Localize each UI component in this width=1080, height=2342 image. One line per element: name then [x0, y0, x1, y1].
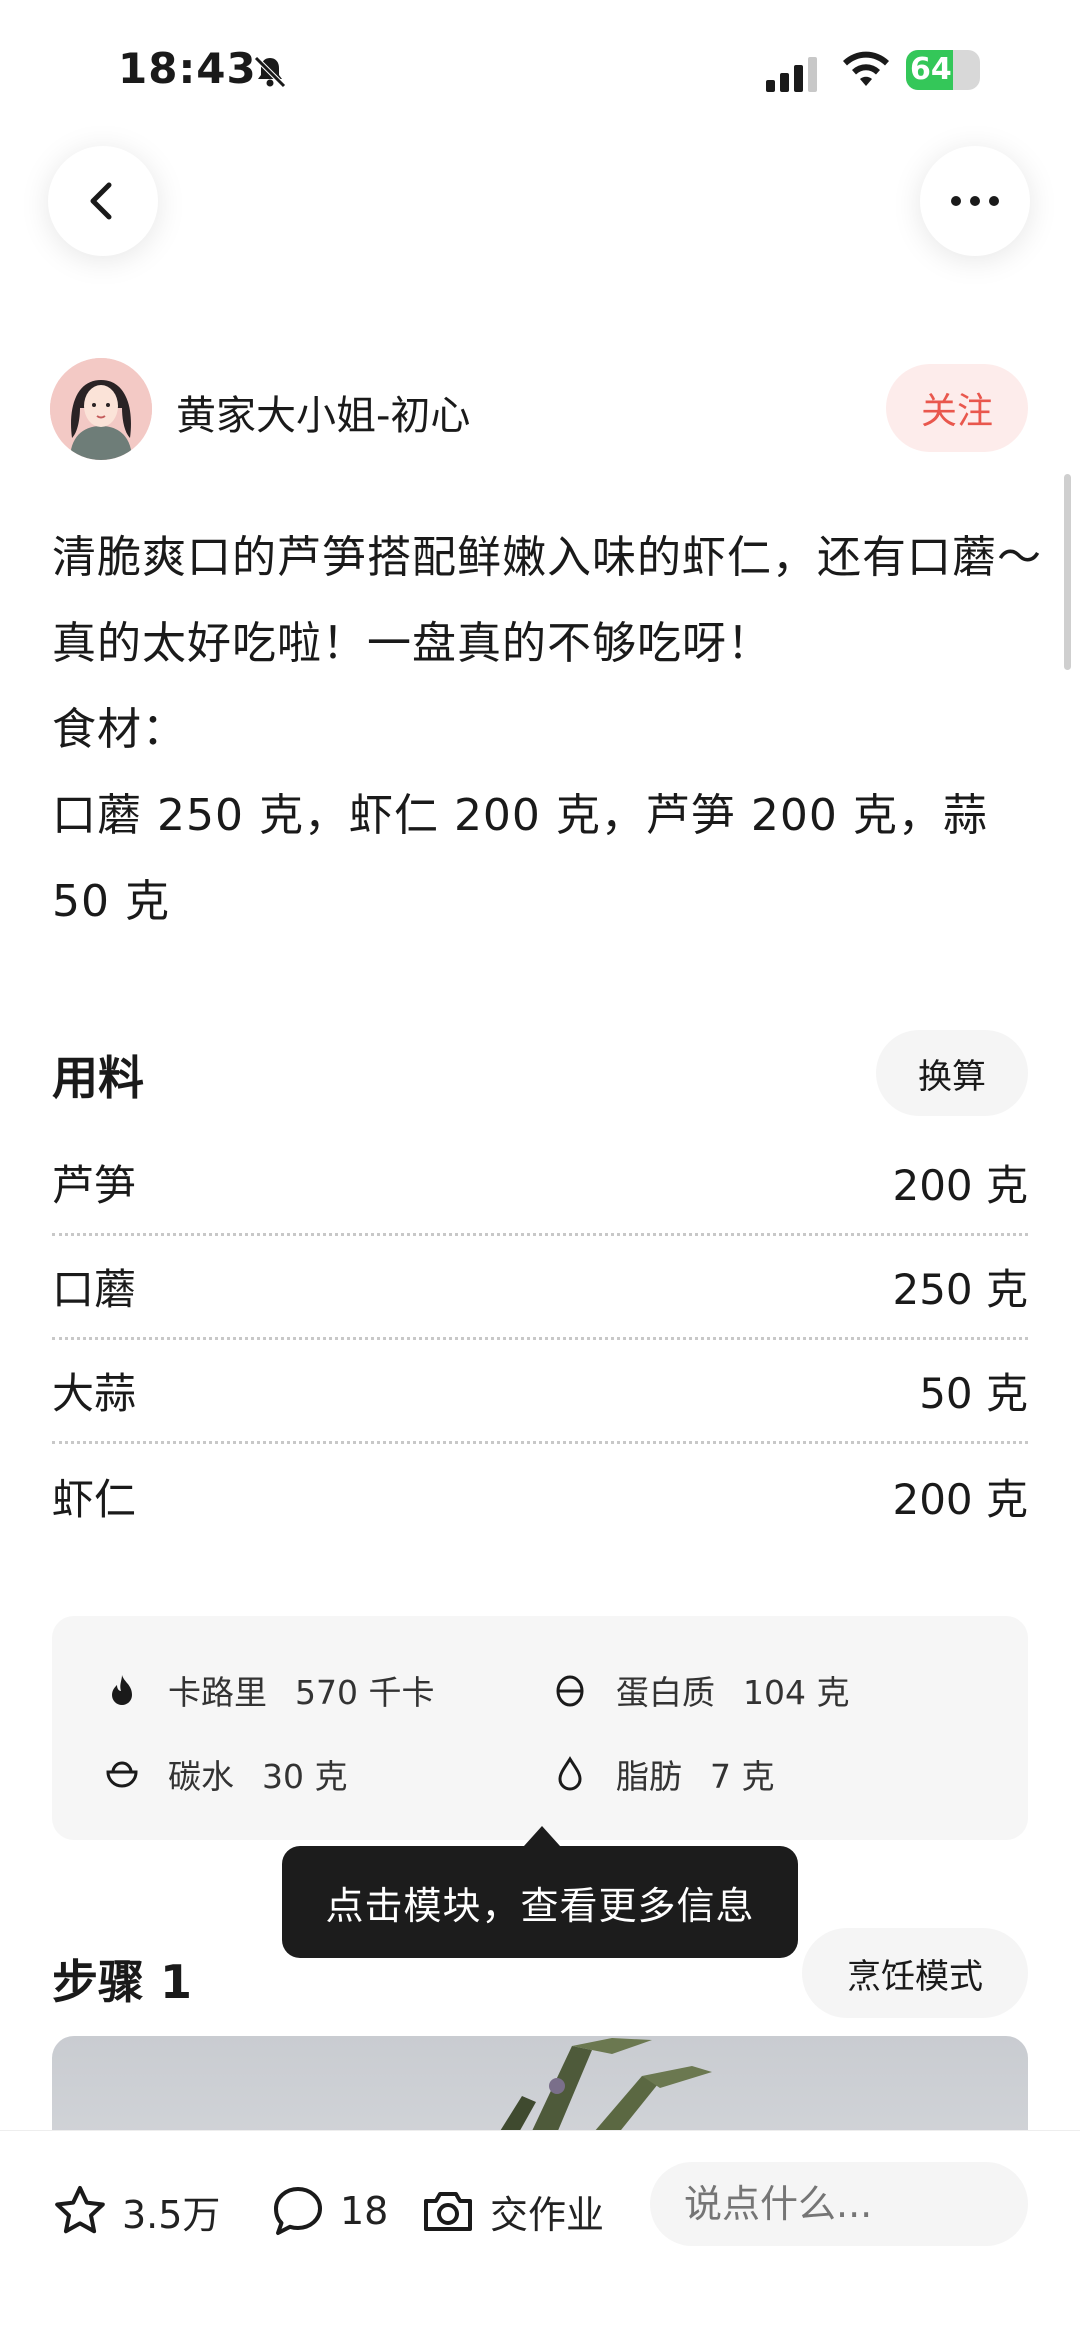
- ingredient-row: 芦笋 200 克: [52, 1132, 1028, 1236]
- ingredient-list: 芦笋 200 克 口蘑 250 克 大蒜 50 克 虾仁 200 克: [52, 1132, 1028, 1548]
- scrollbar[interactable]: [1064, 474, 1071, 670]
- homework-label: 交作业: [490, 2192, 605, 2237]
- nutrition-value: 570 千卡: [295, 1673, 435, 1712]
- ingredient-name: 口蘑: [52, 1265, 137, 1314]
- bell-muted-icon: [254, 56, 286, 88]
- ingredient-amount: 250 克: [892, 1265, 1028, 1314]
- nutrition-protein: 蛋白质 104 克: [552, 1666, 849, 1714]
- battery-indicator: 64: [906, 50, 980, 90]
- nutrition-fat: 脂肪 7 克: [552, 1750, 775, 1798]
- favorite-button[interactable]: 3.5万: [52, 2183, 220, 2239]
- ingredient-name: 大蒜: [52, 1369, 137, 1418]
- ingredient-name: 芦笋: [52, 1161, 137, 1210]
- ingredient-row: 虾仁 200 克: [52, 1444, 1028, 1548]
- nutrition-label: 碳水: [168, 1757, 234, 1796]
- more-dots-icon: [951, 196, 999, 206]
- follow-button[interactable]: 关注: [886, 364, 1028, 452]
- back-button[interactable]: [48, 146, 158, 256]
- camera-icon: [424, 2192, 472, 2231]
- comment-icon: [274, 2187, 322, 2235]
- comment-count: 18: [340, 2189, 389, 2233]
- nutrition-label: 蛋白质: [616, 1673, 715, 1712]
- nutrition-label: 卡路里: [168, 1673, 267, 1712]
- tooltip-arrow: [524, 1826, 560, 1846]
- comment-input[interactable]: [650, 2162, 1028, 2246]
- nutrition-value: 7 克: [710, 1757, 775, 1796]
- comment-button[interactable]: 18: [270, 2183, 388, 2239]
- ingredients-title: 用料: [52, 1051, 144, 1105]
- egg-icon: [556, 1675, 584, 1707]
- favorite-count: 3.5万: [122, 2192, 221, 2237]
- flame-icon: [112, 1675, 132, 1705]
- ingredient-row: 口蘑 250 克: [52, 1236, 1028, 1340]
- chevron-left-icon: [90, 182, 112, 220]
- ingredient-amount: 200 克: [892, 1161, 1028, 1210]
- status-time: 18:43: [118, 44, 257, 93]
- nutrition-card[interactable]: 卡路里 570 千卡 蛋白质 104 克 碳水 30 克 脂肪 7 克: [52, 1616, 1028, 1840]
- ingredient-row: 大蒜 50 克: [52, 1340, 1028, 1444]
- bowl-icon: [106, 1761, 138, 1788]
- more-button[interactable]: [920, 146, 1030, 256]
- author-name[interactable]: 黄家大小姐-初心: [176, 383, 470, 441]
- cooking-mode-button[interactable]: 烹饪模式: [802, 1928, 1028, 2018]
- drop-icon: [558, 1756, 582, 1791]
- description-line: 清脆爽口的芦笋搭配鲜嫩入味的虾仁，还有口蘑～真的太好吃啦！一盘真的不够吃呀！: [52, 532, 1042, 669]
- tooltip[interactable]: 点击模块，查看更多信息: [282, 1846, 798, 1958]
- nutrition-carbs: 碳水 30 克: [104, 1750, 347, 1798]
- avatar-illustration: [50, 358, 152, 460]
- wifi-icon: [843, 51, 889, 86]
- ingredient-name: 虾仁: [52, 1474, 137, 1524]
- battery-text: 64: [910, 52, 952, 87]
- signal-icon: [766, 57, 817, 92]
- convert-button[interactable]: 换算: [876, 1030, 1028, 1116]
- step-title: 步骤 1: [52, 1955, 193, 2009]
- nutrition-label: 脂肪: [616, 1757, 682, 1796]
- nutrition-value: 30 克: [262, 1757, 348, 1796]
- description-line: 食材：: [52, 704, 187, 755]
- ingredient-amount: 50 克: [919, 1369, 1028, 1418]
- nutrition-calories: 卡路里 570 千卡: [104, 1666, 434, 1714]
- homework-button[interactable]: 交作业: [420, 2183, 604, 2239]
- ingredient-amount: 200 克: [892, 1474, 1028, 1524]
- avatar[interactable]: [50, 358, 152, 460]
- description-line: 口蘑 250 克，虾仁 200 克，芦笋 200 克，蒜 50 克: [52, 790, 988, 927]
- star-icon: [55, 2186, 105, 2234]
- nutrition-value: 104 克: [743, 1673, 850, 1712]
- recipe-description: 清脆爽口的芦笋搭配鲜嫩入味的虾仁，还有口蘑～真的太好吃啦！一盘真的不够吃呀！ 食…: [52, 515, 1042, 945]
